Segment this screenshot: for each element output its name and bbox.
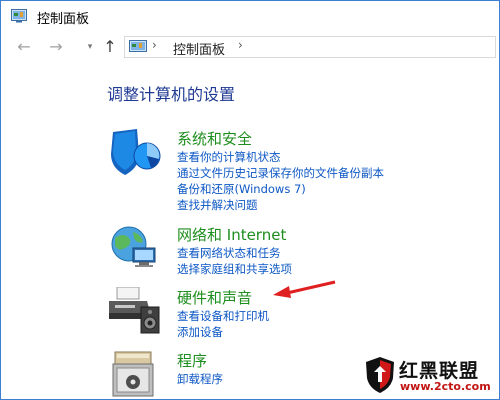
category-title[interactable]: 系统和安全 xyxy=(177,128,252,149)
network-globe-icon[interactable] xyxy=(107,224,163,272)
category-title[interactable]: 网络和 Internet xyxy=(177,224,286,245)
programs-icon[interactable] xyxy=(107,350,163,398)
window-title: 控制面板 xyxy=(37,12,90,27)
breadcrumb-separator[interactable]: › xyxy=(152,38,157,52)
link-homegroup-sharing[interactable]: 选择家庭组和共享选项 xyxy=(177,261,292,277)
control-panel-window: 控制面板 ← → ▾ ↑ › 控制面板 › 调整计算机的设置 系统和安全 查看你… xyxy=(0,0,500,400)
page-heading: 调整计算机的设置 xyxy=(107,85,236,104)
breadcrumb-separator[interactable]: › xyxy=(238,38,243,52)
link-view-computer-status[interactable]: 查看你的计算机状态 xyxy=(177,149,281,165)
link-add-device[interactable]: 添加设备 xyxy=(177,324,223,340)
printer-speaker-icon[interactable] xyxy=(107,287,163,335)
link-backup-restore[interactable]: 备份和还原(Windows 7) xyxy=(177,181,306,197)
title-bar: 控制面板 xyxy=(1,1,499,31)
control-panel-icon xyxy=(129,40,147,52)
link-network-status[interactable]: 查看网络状态和任务 xyxy=(177,245,281,261)
link-troubleshoot[interactable]: 查找并解决问题 xyxy=(177,197,258,213)
arrow-left-icon[interactable]: ← xyxy=(13,37,35,57)
shield-icon[interactable] xyxy=(107,128,163,176)
watermark: 红黑联盟 www.2cto.com xyxy=(361,356,497,398)
watermark-logo-icon xyxy=(366,357,394,393)
arrow-right-icon[interactable]: → xyxy=(45,37,67,57)
link-file-history-backup[interactable]: 通过文件历史记录保存你的文件备份副本 xyxy=(177,165,384,181)
watermark-url: www.2cto.com xyxy=(400,380,491,393)
breadcrumb-control-panel[interactable]: 控制面板 xyxy=(173,39,225,58)
address-bar[interactable]: › 控制面板 › xyxy=(124,36,496,58)
watermark-title: 红黑联盟 xyxy=(399,360,480,382)
control-panel-icon xyxy=(11,9,27,23)
chevron-down-icon[interactable]: ▾ xyxy=(79,37,101,57)
link-uninstall-program[interactable]: 卸载程序 xyxy=(177,371,223,387)
annotation-arrow xyxy=(273,280,336,298)
category-title[interactable]: 硬件和声音 xyxy=(177,287,252,308)
category-title[interactable]: 程序 xyxy=(177,350,207,371)
link-devices-printers[interactable]: 查看设备和打印机 xyxy=(177,308,269,324)
navigation-bar: ← → ▾ ↑ › 控制面板 › xyxy=(1,31,499,63)
arrow-up-icon[interactable]: ↑ xyxy=(99,37,121,57)
